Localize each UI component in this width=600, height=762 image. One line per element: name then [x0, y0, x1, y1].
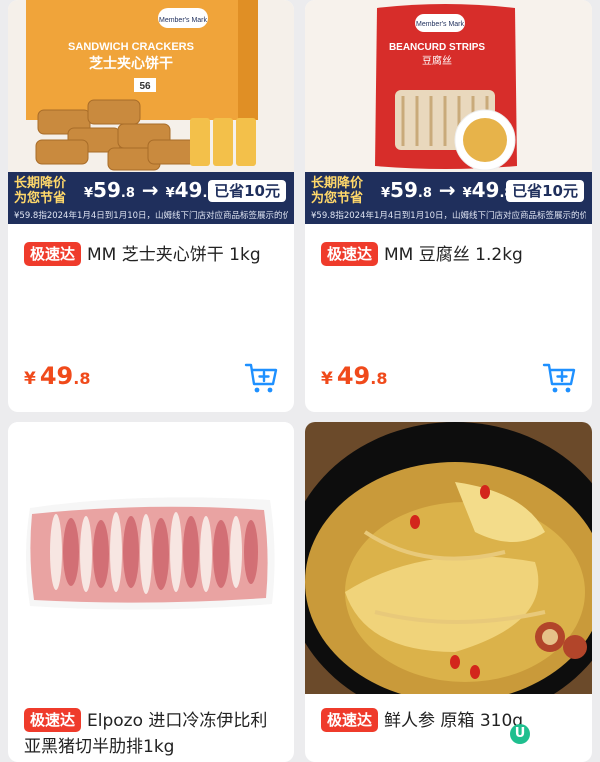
old-price: 59: [390, 178, 418, 202]
u-badge-icon[interactable]: U: [510, 724, 530, 744]
product-name: MM 豆腐丝 1.2kg: [384, 245, 523, 265]
add-to-cart-button[interactable]: [542, 362, 576, 394]
express-badge: 极速达: [24, 708, 82, 732]
svg-text:SANDWICH CRACKERS: SANDWICH CRACKERS: [68, 41, 194, 53]
product-image[interactable]: [305, 422, 592, 722]
price-compare: ¥59.8 → ¥49.8: [381, 178, 513, 202]
svg-text:豆腐丝: 豆腐丝: [422, 54, 452, 67]
product-title[interactable]: 极速达 鲜人参 原箱 310g: [321, 708, 580, 734]
svg-text:Member's Mark: Member's Mark: [159, 17, 208, 24]
product-title[interactable]: 极速达 Elpozo 进口冷冻伊比利亚黑猪切半肋排1kg: [24, 708, 282, 760]
currency-symbol: ¥: [321, 369, 333, 389]
price-decimal: .8: [73, 369, 91, 388]
svg-text:56: 56: [139, 81, 151, 92]
cart-plus-icon: [244, 363, 278, 393]
product-title[interactable]: 极速达 MM 豆腐丝 1.2kg: [321, 242, 580, 268]
product-name: 鲜人参 原箱 310g: [384, 711, 524, 731]
product-card[interactable]: Member's Mark SANDWICH CRACKERS 芝士夹心饼干 5…: [8, 0, 294, 412]
add-to-cart-button[interactable]: [244, 362, 278, 394]
price-drop-banner: 长期降价 为您节省 ¥59.8 → ¥49.8 已省10元 ¥59.8指2024…: [305, 172, 592, 224]
price-integer: 49: [336, 362, 371, 390]
arrow-icon: →: [141, 178, 159, 202]
arrow-icon: →: [438, 178, 456, 202]
saved-badge: 已省10元: [208, 180, 286, 202]
old-price-dec: .8: [120, 186, 135, 201]
express-badge: 极速达: [321, 242, 379, 266]
svg-text:芝士夹心饼干: 芝士夹心饼干: [89, 55, 173, 72]
product-price: ¥49.8: [321, 362, 387, 390]
product-card[interactable]: 极速达 鲜人参 原箱 310g: [305, 422, 592, 762]
new-price: 49: [471, 178, 500, 202]
express-badge: 极速达: [24, 242, 82, 266]
price-note: ¥59.8指2024年1月4日到1月10日，山姆线下门店对应商品标签展示的价格: [14, 211, 288, 221]
product-card[interactable]: Member's Mark BEANCURD STRIPS 豆腐丝 长期降价 为…: [305, 0, 592, 412]
tag-line: 为您节省: [14, 191, 67, 206]
old-price-dec: .8: [417, 186, 432, 201]
price-integer: 49: [39, 362, 74, 390]
product-image[interactable]: Member's Mark BEANCURD STRIPS 豆腐丝: [305, 0, 592, 172]
product-image[interactable]: [8, 422, 294, 694]
price-drop-tag: 长期降价 为您节省: [311, 176, 379, 206]
product-image[interactable]: Member's Mark SANDWICH CRACKERS 芝士夹心饼干 5…: [8, 0, 294, 172]
old-price: 59: [93, 178, 121, 202]
express-badge: 极速达: [321, 708, 379, 732]
price-note: ¥59.8指2024年1月4日到1月10日，山姆线下门店对应商品标签展示的价格: [311, 211, 586, 221]
product-card[interactable]: 极速达 Elpozo 进口冷冻伊比利亚黑猪切半肋排1kg: [8, 422, 294, 762]
product-price: ¥49.8: [24, 362, 90, 390]
saved-badge: 已省10元: [506, 180, 584, 202]
currency-symbol: ¥: [24, 369, 36, 389]
price-drop-tag: 长期降价 为您节省: [14, 176, 82, 206]
price-decimal: .8: [370, 369, 388, 388]
tag-line: 长期降价: [14, 176, 67, 191]
svg-text:Member's Mark: Member's Mark: [416, 21, 465, 28]
tag-line: 为您节省: [311, 191, 364, 206]
new-price: 49: [174, 178, 203, 202]
price-compare: ¥59.8 → ¥49.8: [84, 178, 216, 202]
price-drop-banner: 长期降价 为您节省 ¥59.8 → ¥49.8 已省10元 ¥59.8指2024…: [8, 172, 294, 224]
cart-plus-icon: [542, 363, 576, 393]
product-name: MM 芝士夹心饼干 1kg: [87, 245, 261, 265]
product-title[interactable]: 极速达 MM 芝士夹心饼干 1kg: [24, 242, 282, 268]
svg-text:BEANCURD STRIPS: BEANCURD STRIPS: [389, 42, 485, 53]
tag-line: 长期降价: [311, 176, 364, 191]
